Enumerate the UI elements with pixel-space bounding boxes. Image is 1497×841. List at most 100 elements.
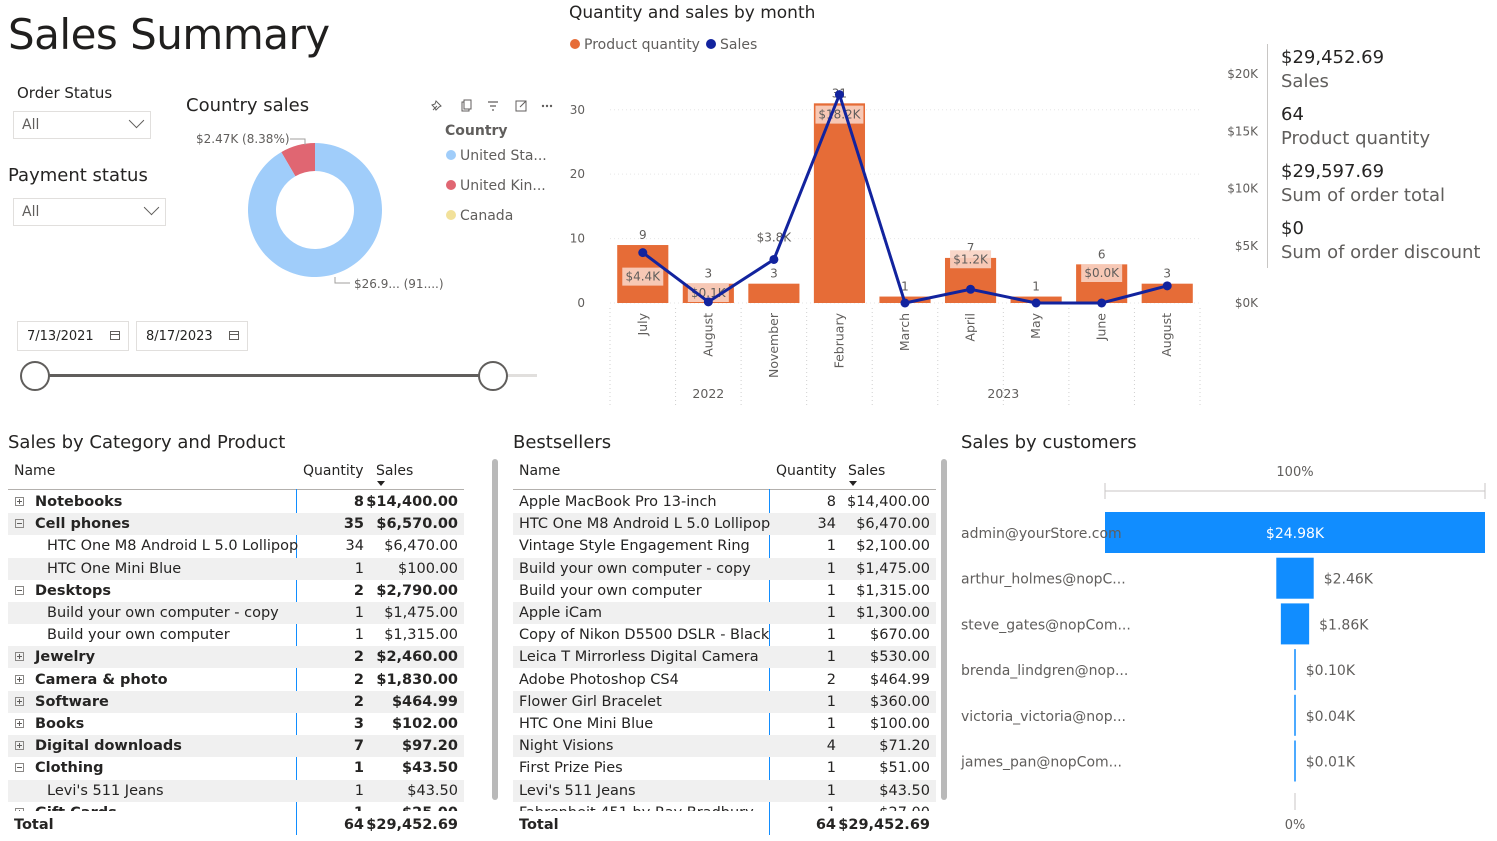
table-row[interactable]: HTC One Mini Blue 1 $100.00 — [513, 713, 936, 735]
filter-icon[interactable] — [488, 101, 498, 111]
funnel-value-label: $2.46K — [1324, 572, 1374, 588]
customers-funnel[interactable]: 100% admin@yourStore.com $24.98K arthur_hol… — [955, 455, 1495, 835]
start-date-input[interactable]: 7/13/2021 — [17, 321, 129, 351]
funnel-bar[interactable] — [1294, 649, 1296, 691]
funnel-bar[interactable] — [1280, 603, 1310, 645]
table-row[interactable]: Levi's 511 Jeans 1 $43.50 — [513, 779, 936, 802]
table-row[interactable]: Clothing 1 $43.50 — [8, 757, 464, 779]
table-row[interactable]: Camera & photo 2 $1,830.00 — [8, 669, 464, 691]
calendar-icon[interactable] — [110, 331, 120, 340]
sales-point[interactable] — [703, 297, 713, 307]
column-header-sales[interactable]: Sales — [848, 463, 885, 479]
column-header-sales[interactable]: Sales — [376, 463, 413, 479]
sort-desc-icon[interactable] — [849, 481, 857, 486]
table-row[interactable]: Apple MacBook Pro 13-inch 8 $14,400.00 — [513, 491, 936, 513]
table-row[interactable]: Jewelry 2 $2,460.00 — [8, 646, 464, 669]
customers-title: Sales by customers — [961, 432, 1137, 453]
column-header-quantity[interactable]: Quantity — [776, 463, 837, 479]
table-row[interactable]: Leica T Mirrorless Digital Camera 1 $530.0… — [513, 646, 936, 669]
table-row[interactable]: Build your own computer - copy 1 $1,475.00 — [513, 557, 936, 580]
x-tick-month: April — [963, 313, 978, 342]
expand-icon[interactable] — [15, 497, 24, 506]
table-row[interactable]: Build your own computer 1 $1,315.00 — [8, 624, 464, 646]
table-row[interactable]: Vintage Style Engagement Ring 1 $2,100.00 — [513, 535, 936, 557]
expand-icon[interactable] — [15, 674, 24, 684]
funnel-bar[interactable] — [1294, 694, 1296, 736]
date-slider-track[interactable] — [35, 374, 493, 377]
table-row[interactable]: HTC One M8 Android L 5.0 Lollipop 34 $6,47… — [513, 513, 936, 536]
table-row[interactable]: Books 3 $102.00 — [8, 713, 464, 735]
collapse-icon[interactable] — [15, 763, 24, 773]
collapse-icon[interactable] — [15, 585, 24, 595]
sales-point[interactable] — [769, 254, 779, 264]
cell-quantity: 1 — [826, 538, 836, 555]
end-date-input[interactable]: 8/17/2023 — [136, 321, 248, 351]
category-matrix[interactable]: Name Quantity Sales Notebooks 8 $14,400.00… — [8, 458, 464, 838]
y-right-tick: $15K — [1227, 124, 1259, 138]
table-row[interactable]: Apple iCam 1 $1,300.00 — [513, 602, 936, 624]
funnel-bar[interactable] — [1294, 740, 1296, 782]
quantity-bar[interactable] — [813, 103, 866, 303]
funnel-bar[interactable] — [1276, 557, 1314, 599]
expand-icon[interactable] — [15, 696, 24, 706]
table-row[interactable]: Gift Cards 1 $25.00 — [8, 802, 464, 811]
cell-name: Leica T Mirrorless Digital Camera — [519, 649, 759, 666]
table-row[interactable]: Software 2 $464.99 — [8, 690, 464, 713]
funnel-category-label: steve_gates@nopCom... — [961, 617, 1131, 633]
sort-desc-icon[interactable] — [377, 481, 385, 486]
column-header-name[interactable]: Name — [14, 463, 55, 479]
table-row[interactable]: Night Visions 4 $71.20 — [513, 735, 936, 758]
donut-slice[interactable] — [248, 143, 382, 277]
copy-icon[interactable] — [461, 99, 472, 112]
combo-chart[interactable]: 0 10 20 30 $0K $5K $10K $15K $20K 9 July 3 August 3 No… — [555, 60, 1265, 410]
legend-item[interactable]: United Sta... — [446, 148, 547, 164]
funnel-category-label: arthur_holmes@nopC... — [961, 572, 1126, 588]
sales-point[interactable] — [900, 298, 910, 308]
table-row[interactable]: Adobe Photoshop CS4 2 $464.99 — [513, 669, 936, 691]
table-row[interactable]: HTC One Mini Blue 1 $100.00 — [8, 557, 464, 580]
legend-item[interactable]: Sales — [705, 37, 757, 53]
focus-mode-icon[interactable] — [515, 100, 527, 112]
table-row[interactable]: Cell phones 35 $6,570.00 — [8, 513, 464, 536]
table-row[interactable]: Notebooks 8 $14,400.00 — [8, 491, 464, 513]
pin-icon[interactable] — [431, 100, 442, 111]
table-row[interactable]: Build your own computer 1 $1,315.00 — [513, 580, 936, 602]
sales-point[interactable] — [1031, 298, 1041, 308]
sales-point[interactable] — [966, 284, 976, 294]
legend-item[interactable]: United Kin... — [446, 178, 546, 194]
bestsellers-scrollbar[interactable] — [941, 459, 947, 800]
table-row[interactable]: HTC One M8 Android L 5.0 Lollipop 34 $6,47… — [8, 535, 464, 557]
table-row[interactable]: Copy of Nikon D5500 DSLR - Black 1 $670.00 — [513, 624, 936, 646]
category-table-scrollbar[interactable] — [492, 459, 498, 800]
sales-point[interactable] — [1097, 298, 1107, 308]
legend-item[interactable]: Canada — [446, 208, 513, 224]
expand-icon[interactable] — [15, 652, 24, 662]
collapse-icon[interactable] — [15, 519, 24, 529]
table-row[interactable]: Fahrenheit 451 by Ray Bradbury 1 $27.00 — [513, 802, 936, 811]
expand-icon[interactable] — [15, 741, 24, 751]
legend-item[interactable]: Product quantity — [570, 37, 700, 53]
quantity-bar[interactable] — [748, 283, 800, 303]
date-slider-start-handle[interactable] — [20, 361, 50, 391]
sales-point[interactable] — [1162, 281, 1172, 291]
table-row[interactable]: Flower Girl Bracelet 1 $360.00 — [513, 690, 936, 713]
country-sales-donut[interactable]: $2.47K (8.38%) $26.9... (91....) — [190, 125, 450, 300]
table-row[interactable]: Desktops 2 $2,790.00 — [8, 580, 464, 602]
order-status-dropdown[interactable]: All — [13, 111, 151, 139]
table-row[interactable]: Build your own computer - copy 1 $1,475.00 — [8, 602, 464, 624]
bestsellers-table[interactable]: Name Quantity Sales Apple MacBook Pro 13… — [513, 458, 936, 838]
table-row[interactable]: Levi's 511 Jeans 1 $43.50 — [8, 779, 464, 802]
column-header-quantity[interactable]: Quantity — [303, 463, 364, 479]
total-quantity: 64 — [815, 817, 836, 833]
expand-icon[interactable] — [15, 807, 24, 811]
expand-icon[interactable] — [15, 719, 24, 728]
payment-status-dropdown[interactable]: All — [13, 198, 166, 226]
date-slider-end-handle[interactable] — [478, 361, 508, 391]
calendar-icon[interactable] — [229, 331, 239, 340]
sales-point[interactable] — [834, 90, 844, 100]
table-row[interactable]: First Prize Pies 1 $51.00 — [513, 757, 936, 779]
column-header-name[interactable]: Name — [519, 463, 560, 479]
table-row[interactable]: Digital downloads 7 $97.20 — [8, 735, 464, 758]
more-options-icon[interactable] — [541, 104, 553, 108]
sales-point[interactable] — [638, 248, 648, 258]
